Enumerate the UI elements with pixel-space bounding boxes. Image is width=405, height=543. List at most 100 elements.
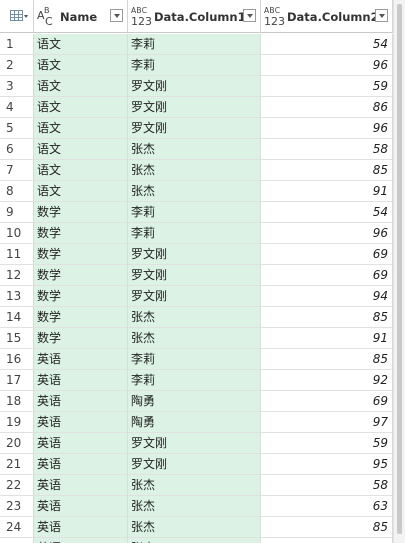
table-row[interactable]: 6 语文 张杰 58 <box>0 139 393 160</box>
cell-name[interactable]: 英语 <box>34 496 128 517</box>
scrollbar-thumb[interactable] <box>397 4 402 534</box>
cell-name[interactable]: 数学 <box>34 223 128 244</box>
table-row[interactable]: 15 数学 张杰 91 <box>0 328 393 349</box>
row-number[interactable]: 21 <box>0 454 34 475</box>
cell-data-column2[interactable]: 96 <box>261 223 393 244</box>
cell-name[interactable]: 英语 <box>34 454 128 475</box>
cell-data-column1[interactable]: 罗文刚 <box>128 76 261 97</box>
table-menu-button[interactable] <box>0 0 34 33</box>
cell-data-column2[interactable]: 86 <box>261 97 393 118</box>
cell-data-column2[interactable]: 92 <box>261 370 393 391</box>
cell-name[interactable]: 语文 <box>34 160 128 181</box>
cell-data-column1[interactable]: 罗文刚 <box>128 118 261 139</box>
table-row[interactable]: 11 数学 罗文刚 69 <box>0 244 393 265</box>
table-row[interactable]: 8 语文 张杰 91 <box>0 181 393 202</box>
cell-name[interactable]: 数学 <box>34 265 128 286</box>
cell-name[interactable]: 语文 <box>34 34 128 55</box>
cell-name[interactable]: 英语 <box>34 433 128 454</box>
cell-data-column1[interactable]: 张杰 <box>128 307 261 328</box>
row-number[interactable]: 3 <box>0 76 34 97</box>
table-row[interactable]: 1 语文 李莉 54 <box>0 34 393 55</box>
cell-data-column1[interactable]: 张杰 <box>128 328 261 349</box>
table-row[interactable]: 13 数学 罗文刚 94 <box>0 286 393 307</box>
table-row[interactable]: 10 数学 李莉 96 <box>0 223 393 244</box>
cell-data-column1[interactable]: 李莉 <box>128 202 261 223</box>
table-row[interactable]: 19 英语 陶勇 97 <box>0 412 393 433</box>
cell-data-column2[interactable]: 58 <box>261 139 393 160</box>
table-row[interactable]: 16 英语 李莉 85 <box>0 349 393 370</box>
cell-name[interactable]: 英语 <box>34 349 128 370</box>
row-number[interactable]: 9 <box>0 202 34 223</box>
row-number[interactable]: 12 <box>0 265 34 286</box>
column-header-data-column2[interactable]: ABC 123 Data.Column2 <box>261 0 393 33</box>
cell-name[interactable]: 英语 <box>34 517 128 538</box>
row-number[interactable]: 6 <box>0 139 34 160</box>
cell-data-column2[interactable]: 97 <box>261 412 393 433</box>
cell-data-column2[interactable]: 85 <box>261 160 393 181</box>
row-number[interactable]: 2 <box>0 55 34 76</box>
row-number[interactable]: 11 <box>0 244 34 265</box>
cell-data-column2[interactable]: 96 <box>261 55 393 76</box>
cell-data-column2[interactable]: 94 <box>261 286 393 307</box>
table-row[interactable]: 7 语文 张杰 85 <box>0 160 393 181</box>
cell-data-column2[interactable]: 85 <box>261 349 393 370</box>
cell-data-column1[interactable]: 罗文刚 <box>128 433 261 454</box>
row-number[interactable]: 5 <box>0 118 34 139</box>
cell-data-column2[interactable]: 96 <box>261 118 393 139</box>
cell-data-column2[interactable]: 85 <box>261 307 393 328</box>
any-type-icon[interactable]: ABC 123 <box>264 6 286 28</box>
table-row[interactable]: 25英语张杰89 <box>0 538 393 543</box>
row-number[interactable]: 16 <box>0 349 34 370</box>
cell-data-column1[interactable]: 张杰 <box>128 160 261 181</box>
cell-data-column2[interactable]: 69 <box>261 265 393 286</box>
table-row[interactable]: 9 数学 李莉 54 <box>0 202 393 223</box>
cell-data-column1[interactable]: 张杰 <box>128 475 261 496</box>
cell-data-column1[interactable]: 罗文刚 <box>128 265 261 286</box>
column-filter-dropdown[interactable] <box>110 9 123 22</box>
row-number[interactable]: 4 <box>0 97 34 118</box>
row-number[interactable]: 13 <box>0 286 34 307</box>
table-row[interactable]: 18 英语 陶勇 69 <box>0 391 393 412</box>
table-row[interactable]: 22 英语 张杰 58 <box>0 475 393 496</box>
column-filter-dropdown[interactable] <box>375 9 388 22</box>
cell-name[interactable]: 英语 <box>34 391 128 412</box>
cell-data-column2[interactable]: 85 <box>261 517 393 538</box>
cell-data-column1[interactable]: 罗文刚 <box>128 97 261 118</box>
row-number[interactable]: 7 <box>0 160 34 181</box>
row-number[interactable]: 15 <box>0 328 34 349</box>
cell-data-column1[interactable]: 张杰 <box>128 496 261 517</box>
row-number[interactable]: 22 <box>0 475 34 496</box>
column-filter-dropdown[interactable] <box>243 9 256 22</box>
text-type-icon[interactable]: ABC <box>37 6 59 28</box>
table-row[interactable]: 17 英语 李莉 92 <box>0 370 393 391</box>
cell-data-column1[interactable]: 张杰 <box>128 181 261 202</box>
cell-data-column1[interactable]: 张杰 <box>128 517 261 538</box>
table-row[interactable]: 5 语文 罗文刚 96 <box>0 118 393 139</box>
cell-data-column1[interactable]: 罗文刚 <box>128 454 261 475</box>
table-row[interactable]: 24 英语 张杰 85 <box>0 517 393 538</box>
cell-data-column1[interactable]: 李莉 <box>128 349 261 370</box>
cell-data-column1[interactable]: 罗文刚 <box>128 286 261 307</box>
cell-data-column2[interactable]: 59 <box>261 433 393 454</box>
cell-data-column2[interactable]: 91 <box>261 328 393 349</box>
table-row[interactable]: 14 数学 张杰 85 <box>0 307 393 328</box>
table-row[interactable]: 12 数学 罗文刚 69 <box>0 265 393 286</box>
cell-name[interactable]: 数学 <box>34 286 128 307</box>
cell-data-column2[interactable]: 69 <box>261 244 393 265</box>
cell-data-column1[interactable]: 陶勇 <box>128 391 261 412</box>
cell-name[interactable]: 语文 <box>34 181 128 202</box>
row-number[interactable]: 8 <box>0 181 34 202</box>
row-number[interactable]: 10 <box>0 223 34 244</box>
cell-name[interactable]: 英语 <box>34 412 128 433</box>
cell-name[interactable]: 英语 <box>34 370 128 391</box>
cell-name[interactable]: 数学 <box>34 328 128 349</box>
row-number[interactable]: 14 <box>0 307 34 328</box>
cell-data-column1[interactable]: 张杰 <box>128 139 261 160</box>
cell-name[interactable]: 数学 <box>34 244 128 265</box>
row-number[interactable]: 17 <box>0 370 34 391</box>
cell-data-column2[interactable]: 91 <box>261 181 393 202</box>
cell-data-column1[interactable]: 陶勇 <box>128 412 261 433</box>
cell-data-column1[interactable]: 李莉 <box>128 370 261 391</box>
cell-name[interactable]: 语文 <box>34 118 128 139</box>
column-header-name[interactable]: ABC Name <box>34 0 128 33</box>
